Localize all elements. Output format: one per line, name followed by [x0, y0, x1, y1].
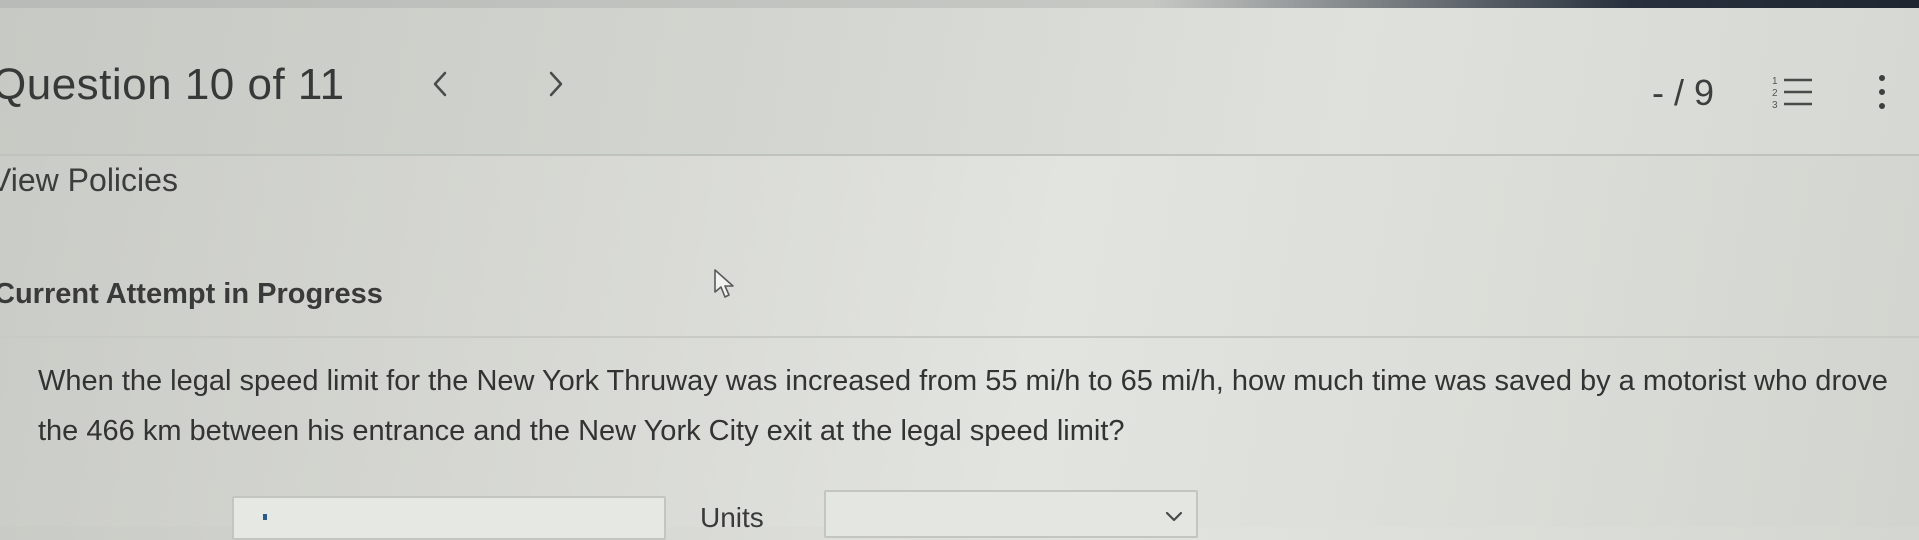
input-marker [263, 514, 267, 520]
answer-input[interactable] [232, 496, 666, 540]
units-label: Units [700, 502, 764, 533]
svg-text:1: 1 [1772, 76, 1778, 87]
svg-text:3: 3 [1772, 100, 1778, 111]
section-divider [0, 336, 1919, 338]
svg-text:2: 2 [1772, 88, 1778, 99]
next-question-button[interactable] [536, 64, 576, 104]
mouse-cursor-icon [714, 269, 734, 298]
chevron-left-icon [433, 71, 447, 97]
question-list-button[interactable]: 1 2 3 [1770, 72, 1816, 112]
question-title: Question 10 of 11 [0, 60, 345, 109]
numbered-list-icon: 1 2 3 [1772, 76, 1812, 111]
score-display: - / 9 [1652, 72, 1715, 113]
chevron-right-icon [549, 71, 563, 97]
units-dropdown[interactable] [824, 490, 1198, 538]
question-text: When the legal speed limit for the New Y… [38, 365, 1888, 447]
vertical-ellipsis-icon [1879, 75, 1885, 109]
chevron-down-icon [1165, 511, 1183, 522]
previous-question-button[interactable] [420, 64, 460, 104]
more-options-button[interactable] [1872, 72, 1892, 116]
view-policies-link[interactable]: View Policies [0, 162, 178, 199]
window-top-edge [0, 0, 1919, 8]
question-header: Question 10 of 11 - / 9 1 2 3 [0, 8, 1919, 156]
attempt-status: Current Attempt in Progress [0, 278, 383, 310]
